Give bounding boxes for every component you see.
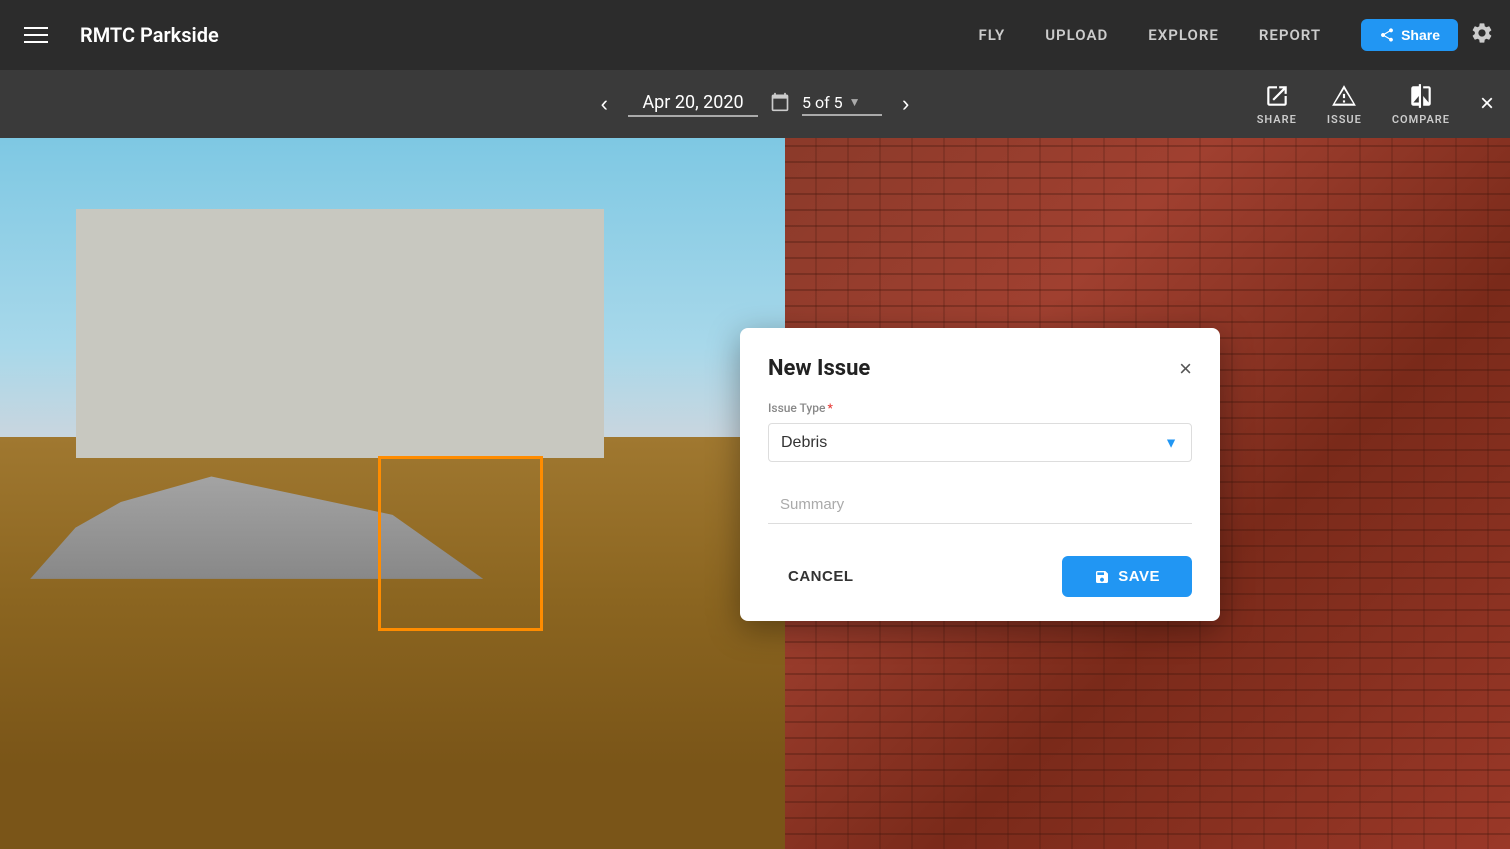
compare-action[interactable]: COMPARE (1392, 83, 1450, 126)
share-action[interactable]: SHARE (1257, 83, 1297, 126)
prev-date-button[interactable]: ‹ (593, 87, 616, 121)
save-button[interactable]: SAVE (1062, 556, 1192, 597)
save-label: SAVE (1118, 568, 1160, 585)
summary-input[interactable] (768, 486, 1192, 524)
cancel-button[interactable]: CANCEL (768, 558, 874, 595)
share-toolbar-icon (1264, 83, 1290, 109)
share-action-label: SHARE (1257, 113, 1297, 126)
nav-upload[interactable]: UPLOAD (1045, 26, 1108, 44)
calendar-icon[interactable] (770, 92, 790, 117)
save-icon (1094, 569, 1110, 585)
date-display: Apr 20, 2020 (628, 92, 758, 117)
issue-type-label: Issue Type* (768, 401, 1192, 415)
dialog-footer: CANCEL SAVE (768, 556, 1192, 597)
next-date-button[interactable]: › (894, 87, 917, 121)
issue-toolbar-icon (1331, 83, 1357, 109)
close-viewer-button[interactable]: × (1480, 90, 1494, 118)
nav-explore[interactable]: EXPLORE (1148, 26, 1219, 44)
dialog-close-button[interactable]: × (1179, 358, 1192, 380)
modal-overlay: New Issue × Issue Type* Debris Structura… (0, 138, 1510, 849)
issue-type-field: Debris Structural Damage Graffiti Water … (768, 423, 1192, 462)
issue-action-label: ISSUE (1327, 113, 1362, 126)
nav-report[interactable]: REPORT (1259, 26, 1321, 44)
top-nav: RMTC Parkside FLY UPLOAD EXPLORE REPORT … (0, 0, 1510, 70)
main-content: New Issue × Issue Type* Debris Structura… (0, 138, 1510, 849)
share-button[interactable]: Share (1361, 19, 1458, 51)
hamburger-menu[interactable] (16, 19, 56, 51)
dialog-header: New Issue × (768, 356, 1192, 381)
app-title: RMTC Parkside (72, 23, 219, 47)
issue-type-select[interactable]: Debris Structural Damage Graffiti Water … (768, 423, 1192, 462)
nav-fly[interactable]: FLY (979, 26, 1006, 44)
share-icon (1379, 27, 1395, 43)
share-label: Share (1401, 27, 1440, 43)
dialog-title: New Issue (768, 356, 870, 381)
sub-toolbar: ‹ Apr 20, 2020 5 of 5 ▼ › SHARE ISSUE (0, 70, 1510, 138)
compare-toolbar-icon (1408, 83, 1434, 109)
issue-action[interactable]: ISSUE (1327, 83, 1362, 126)
compare-action-label: COMPARE (1392, 113, 1450, 126)
settings-icon[interactable] (1470, 21, 1494, 50)
new-issue-dialog: New Issue × Issue Type* Debris Structura… (740, 328, 1220, 621)
chevron-down-icon[interactable]: ▼ (849, 95, 861, 109)
toolbar-actions: SHARE ISSUE COMPARE (1257, 83, 1450, 126)
frame-counter-text: 5 of 5 (802, 93, 843, 112)
frame-counter: 5 of 5 ▼ (802, 93, 882, 116)
nav-links: FLY UPLOAD EXPLORE REPORT (979, 26, 1322, 44)
